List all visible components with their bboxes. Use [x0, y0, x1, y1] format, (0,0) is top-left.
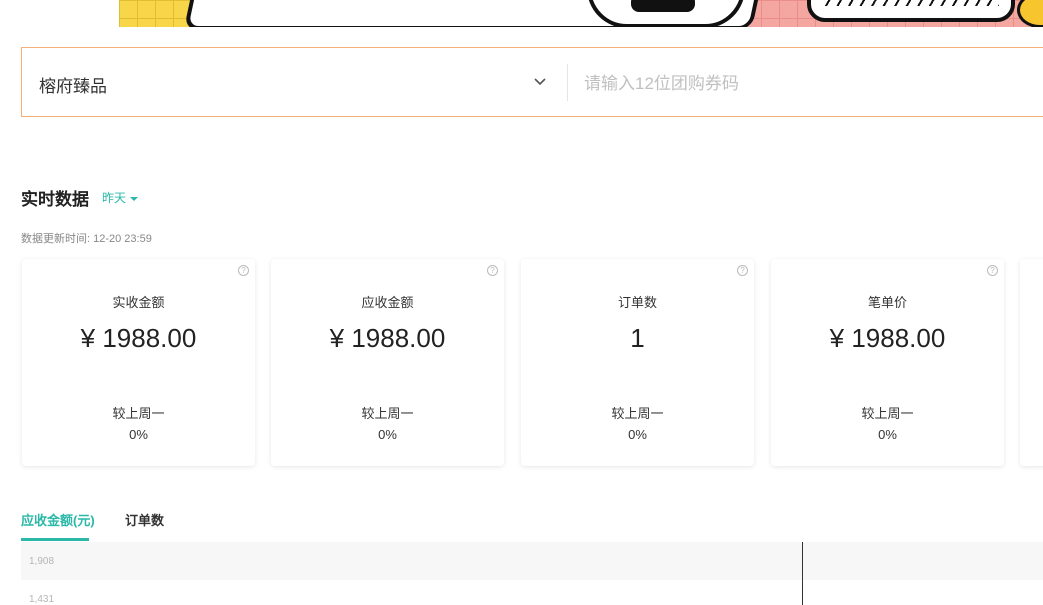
tab-order-count[interactable]: 订单数 [125, 510, 164, 529]
y-tick-label: 1,908 [29, 556, 55, 567]
line-chart[interactable]: 1,908 1,431 [21, 542, 1043, 605]
metric-card-actual-revenue: ? 实收金额 ¥ 1988.00 较上周一 0% [22, 259, 255, 466]
compare-label: 较上周一 [112, 406, 165, 421]
chart-band [21, 542, 1043, 580]
help-icon[interactable]: ? [987, 265, 998, 276]
compare-label: 较上周一 [611, 406, 664, 421]
active-tab-indicator [21, 538, 89, 541]
compare-value: 0% [129, 427, 148, 442]
store-select[interactable]: 榕府臻品 [22, 48, 567, 116]
metric-label: 订单数 [617, 295, 657, 310]
section-title: 实时数据 [21, 190, 89, 209]
y-tick-label: 1,431 [29, 594, 55, 605]
help-icon[interactable]: ? [238, 265, 249, 276]
metric-card-avg-order: ? 笔单价 ¥ 1988.00 较上周一 0% [771, 259, 1004, 466]
banner-striped-bubble [807, 0, 1015, 22]
metric-card-orders: ? 订单数 1 较上周一 0% [521, 259, 754, 466]
coupon-search-bar: 榕府臻品 [21, 47, 1043, 117]
caret-down-icon [130, 196, 139, 201]
chevron-down-icon [534, 78, 546, 86]
metric-card-receivable: ? 应收金额 ¥ 1988.00 较上周一 0% [271, 259, 504, 466]
period-label: 昨天 [102, 191, 127, 205]
metric-label: 实收金额 [112, 295, 165, 310]
coupon-code-input[interactable] [582, 66, 1043, 102]
metric-label: 应收金额 [361, 295, 414, 310]
compare-value: 0% [628, 427, 647, 442]
metric-value: ¥ 1988.00 [329, 323, 446, 353]
metric-value: 1 [630, 323, 645, 353]
banner-badge [587, 0, 745, 27]
update-time: 数据更新时间: 12-20 23:59 [21, 233, 152, 245]
chart-band [21, 580, 1043, 605]
period-dropdown[interactable]: 昨天 [102, 189, 139, 206]
metric-card-partial [1020, 259, 1043, 466]
metric-value: ¥ 1988.00 [80, 323, 197, 353]
chart-hover-line [802, 542, 803, 605]
tab-receivable-amount[interactable]: 应收金额(元) [21, 510, 95, 529]
divider [567, 64, 568, 101]
help-icon[interactable]: ? [737, 265, 748, 276]
compare-label: 较上周一 [861, 406, 914, 421]
compare-value: 0% [878, 427, 897, 442]
compare-label: 较上周一 [361, 406, 414, 421]
compare-value: 0% [378, 427, 397, 442]
promo-banner[interactable] [119, 0, 1043, 27]
metric-value: ¥ 1988.00 [829, 323, 946, 353]
help-icon[interactable]: ? [487, 265, 498, 276]
store-name: 榕府臻品 [39, 77, 107, 96]
metric-label: 笔单价 [867, 295, 907, 310]
